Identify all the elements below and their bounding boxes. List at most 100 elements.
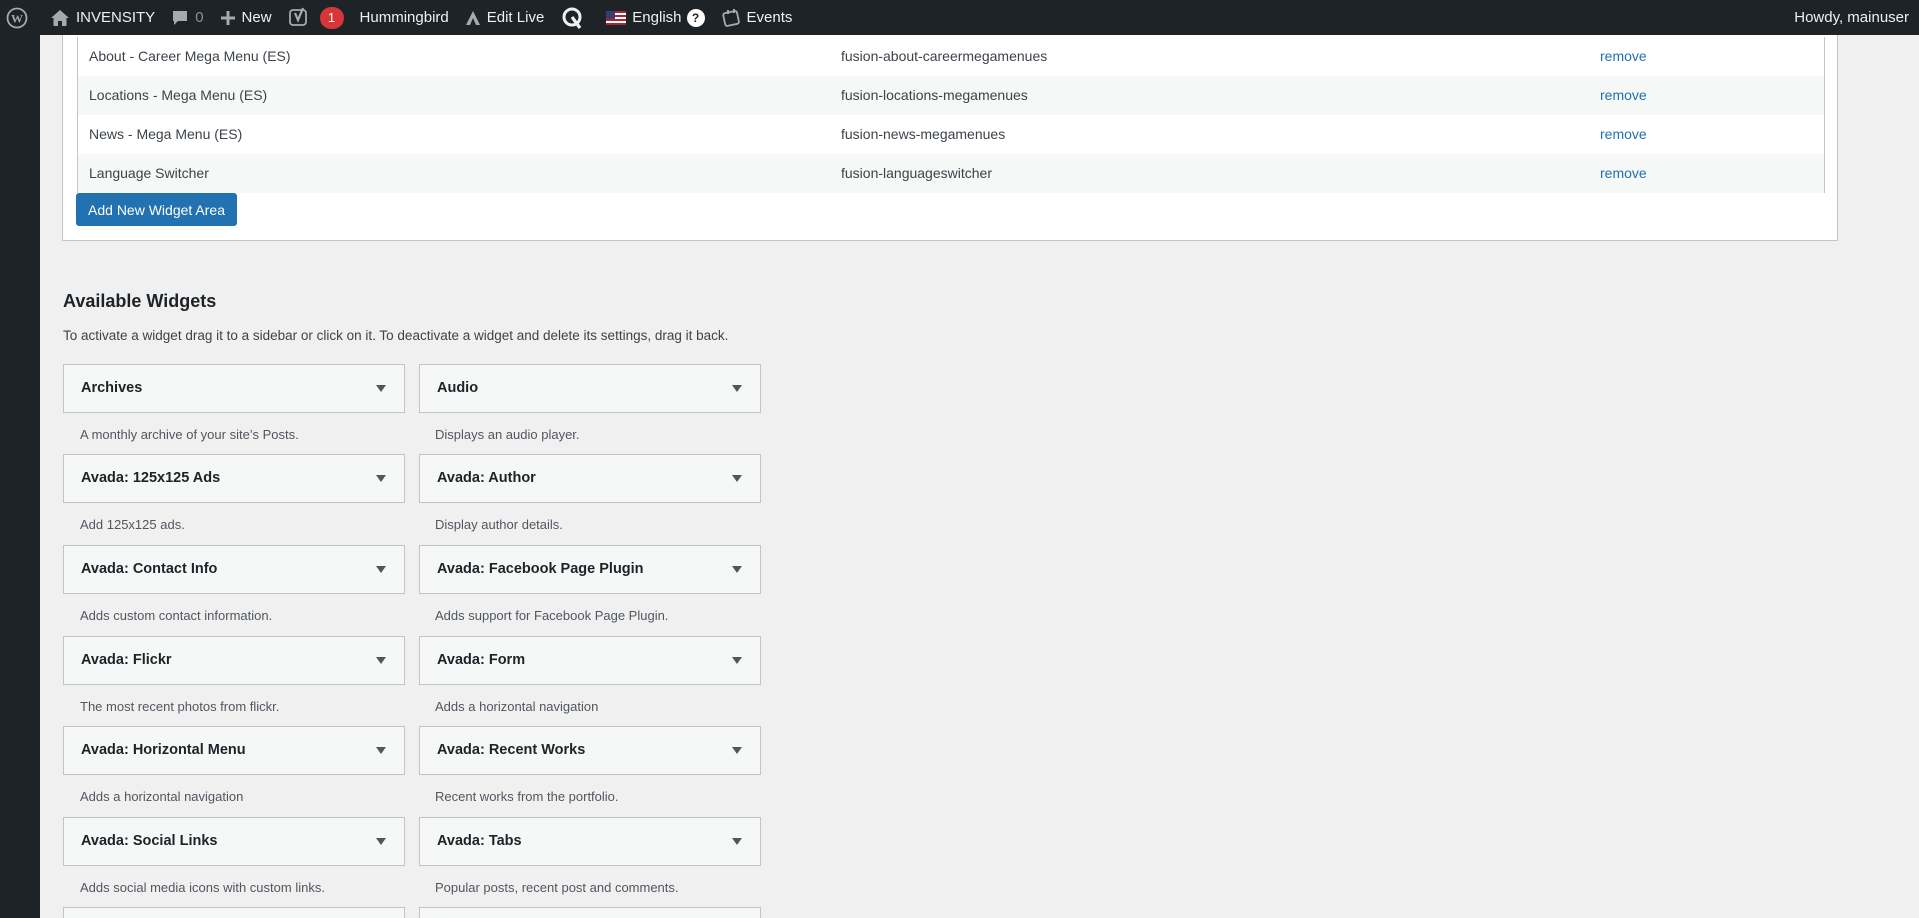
- widget-avada-author[interactable]: Avada: Author: [419, 454, 761, 503]
- area-id: fusion-news-megamenues: [841, 126, 1006, 142]
- widget-description: Adds support for Facebook Page Plugin.: [435, 608, 669, 623]
- widget-avada-horizontal-menu[interactable]: Avada: Horizontal Menu: [63, 726, 405, 775]
- table-row: News - Mega Menu (ES) fusion-news-megame…: [78, 115, 1824, 154]
- svg-text:W: W: [11, 11, 23, 25]
- caret-down-icon[interactable]: [376, 838, 386, 845]
- plus-icon: [220, 10, 236, 26]
- add-new-widget-area-button[interactable]: Add New Widget Area: [76, 193, 237, 226]
- us-flag-icon: [606, 10, 627, 25]
- widget-title: Avada: Contact Info: [81, 561, 218, 577]
- new-label: New: [241, 9, 272, 26]
- widget-title: Archives: [81, 380, 143, 396]
- widget-title: Avada: Flickr: [81, 652, 172, 668]
- widget-avada-125x125-ads[interactable]: Avada: 125x125 Ads: [63, 454, 405, 503]
- remove-link[interactable]: remove: [1600, 87, 1647, 103]
- hummingbird-label: Hummingbird: [359, 9, 449, 26]
- yoast-icon: [288, 7, 310, 29]
- caret-down-icon[interactable]: [376, 475, 386, 482]
- caret-down-icon[interactable]: [732, 385, 742, 392]
- area-name: Locations - Mega Menu (ES): [89, 87, 268, 103]
- language-label: English: [632, 9, 682, 26]
- wordpress-icon: W: [6, 7, 28, 29]
- caret-down-icon[interactable]: [732, 747, 742, 754]
- widget-title: Avada: Facebook Page Plugin: [437, 561, 644, 577]
- widget-audio[interactable]: Audio: [419, 364, 761, 413]
- caret-down-icon[interactable]: [732, 838, 742, 845]
- edit-live-button[interactable]: Edit Live: [457, 0, 553, 35]
- language-switcher[interactable]: English ?: [598, 0, 712, 35]
- caret-down-icon[interactable]: [376, 566, 386, 573]
- remove-link[interactable]: remove: [1600, 126, 1647, 142]
- search-analytics-button[interactable]: [552, 0, 598, 35]
- home-icon: [50, 9, 70, 27]
- events-menu[interactable]: Events: [713, 0, 801, 35]
- caret-down-icon[interactable]: [732, 475, 742, 482]
- admin-sidebar: [0, 35, 40, 918]
- widget-title: Avada: Form: [437, 652, 526, 668]
- widget-description: Adds custom contact information.: [80, 608, 273, 623]
- widget-description: A monthly archive of your site’s Posts.: [80, 427, 299, 442]
- comments-count: 0: [195, 9, 204, 26]
- remove-link[interactable]: remove: [1600, 165, 1647, 181]
- available-widgets-heading: Available Widgets: [63, 291, 217, 311]
- howdy-text: Howdy, mainuser: [1794, 9, 1909, 26]
- area-name: Language Switcher: [89, 165, 209, 181]
- wordpress-logo-button[interactable]: W: [0, 0, 42, 35]
- widget-avada-social-links[interactable]: Avada: Social Links: [63, 817, 405, 866]
- area-id: fusion-about-careermegamenues: [841, 48, 1048, 64]
- widget-description: Adds social media icons with custom link…: [80, 880, 325, 895]
- widget-next-partial[interactable]: [63, 907, 405, 918]
- widget-avada-facebook-page-plugin[interactable]: Avada: Facebook Page Plugin: [419, 545, 761, 594]
- widget-title: Avada: Horizontal Menu: [81, 742, 246, 758]
- area-id: fusion-languageswitcher: [841, 165, 992, 181]
- caret-down-icon[interactable]: [376, 385, 386, 392]
- widget-title: Avada: 125x125 Ads: [81, 470, 221, 486]
- available-widgets-description: To activate a widget drag it to a sideba…: [63, 328, 729, 343]
- widget-areas-table: About - Career Mega Menu (ES) fusion-abo…: [77, 37, 1825, 193]
- area-name: About - Career Mega Menu (ES): [89, 48, 291, 64]
- account-menu[interactable]: Howdy, mainuser: [1786, 0, 1919, 35]
- caret-down-icon[interactable]: [732, 657, 742, 664]
- widget-avada-flickr[interactable]: Avada: Flickr: [63, 636, 405, 685]
- widget-description: Display author details.: [435, 517, 563, 532]
- calendar-icon: [721, 8, 741, 28]
- events-label: Events: [746, 9, 793, 26]
- area-name: News - Mega Menu (ES): [89, 126, 243, 142]
- site-name: INVENSITY: [76, 9, 156, 26]
- yoast-notification-badge: 1: [319, 6, 344, 29]
- widget-description: Add 125x125 ads.: [80, 517, 185, 532]
- widget-description: Popular posts, recent post and comments.: [435, 880, 679, 895]
- comment-icon: [171, 9, 189, 27]
- table-row: About - Career Mega Menu (ES) fusion-abo…: [78, 37, 1824, 76]
- widget-avada-contact-info[interactable]: Avada: Contact Info: [63, 545, 405, 594]
- widget-avada-tabs[interactable]: Avada: Tabs: [419, 817, 761, 866]
- widget-title: Avada: Author: [437, 470, 536, 486]
- new-content-button[interactable]: New: [212, 0, 280, 35]
- caret-down-icon[interactable]: [732, 566, 742, 573]
- widget-archives[interactable]: Archives: [63, 364, 405, 413]
- help-icon: ?: [686, 8, 705, 27]
- edit-live-label: Edit Live: [486, 9, 545, 26]
- site-name-link[interactable]: INVENSITY: [42, 0, 163, 35]
- widget-next-partial[interactable]: [419, 907, 761, 918]
- magnifier-icon: [560, 6, 584, 30]
- widget-description: Displays an audio player.: [435, 427, 580, 442]
- caret-down-icon[interactable]: [376, 747, 386, 754]
- widget-description: Adds a horizontal navigation: [435, 699, 599, 714]
- admin-bar: W INVENSITY 0 New 1 Hummingbird Edit Liv…: [0, 0, 1919, 35]
- area-id: fusion-locations-megamenues: [841, 87, 1028, 103]
- widget-avada-recent-works[interactable]: Avada: Recent Works: [419, 726, 761, 775]
- yoast-menu[interactable]: 1: [280, 0, 352, 35]
- widget-description: Adds a horizontal navigation: [80, 789, 244, 804]
- avada-icon: [465, 10, 481, 26]
- widget-description: Recent works from the portfolio.: [435, 789, 619, 804]
- comments-link[interactable]: 0: [163, 0, 211, 35]
- table-row: Locations - Mega Menu (ES) fusion-locati…: [78, 76, 1824, 115]
- widget-description: The most recent photos from flickr.: [80, 699, 280, 714]
- widget-title: Avada: Recent Works: [437, 742, 586, 758]
- remove-link[interactable]: remove: [1600, 48, 1647, 64]
- widget-avada-form[interactable]: Avada: Form: [419, 636, 761, 685]
- widget-areas-panel: About - Career Mega Menu (ES) fusion-abo…: [62, 12, 1838, 241]
- caret-down-icon[interactable]: [376, 657, 386, 664]
- hummingbird-menu[interactable]: Hummingbird: [352, 0, 457, 35]
